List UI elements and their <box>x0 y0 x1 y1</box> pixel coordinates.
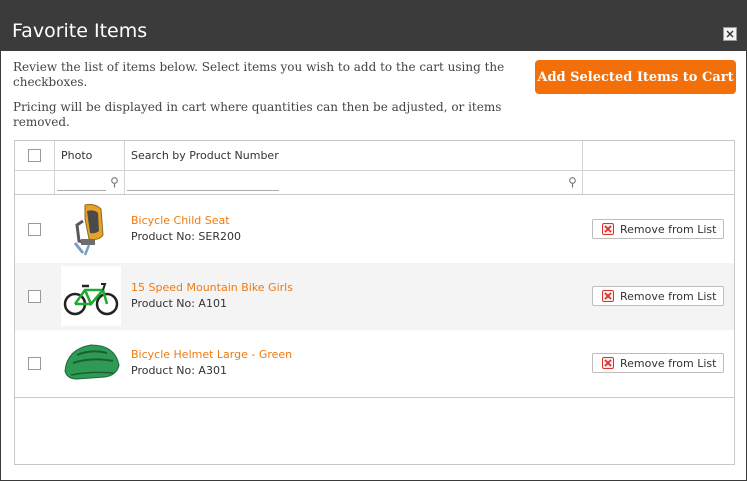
filter-icon[interactable] <box>110 177 119 188</box>
remove-x-icon <box>602 223 614 235</box>
product-number: Product No: A101 <box>131 297 227 310</box>
close-button[interactable] <box>723 27 737 41</box>
row-select-checkbox[interactable] <box>28 290 41 303</box>
product-photo-child-seat <box>61 199 121 259</box>
remove-from-list-button[interactable]: Remove from List <box>592 353 724 373</box>
remove-from-list-button[interactable]: Remove from List <box>592 219 724 239</box>
product-name-link[interactable]: Bicycle Helmet Large - Green <box>131 348 292 362</box>
remove-x-icon <box>602 357 614 369</box>
dialog-title: Favorite Items <box>12 20 148 42</box>
filter-icon[interactable] <box>568 177 577 188</box>
table-row: Bicycle Child Seat Product No: SER200 Re… <box>15 196 734 263</box>
child-seat-image <box>73 204 104 256</box>
green-bike-image <box>63 283 119 316</box>
remove-x-icon <box>602 290 614 302</box>
column-header-product-number: Search by Product Number <box>131 149 279 162</box>
remove-label: Remove from List <box>620 289 717 303</box>
product-photo-helmet <box>61 333 121 393</box>
row-select-checkbox[interactable] <box>28 223 41 236</box>
column-header-photo: Photo <box>61 149 93 162</box>
favorites-table: Photo Search by Product Number Bicycle C… <box>14 140 735 465</box>
product-number: Product No: SER200 <box>131 230 241 243</box>
intro-text: Review the list of items below. Select i… <box>13 60 505 89</box>
remove-from-list-button[interactable]: Remove from List <box>592 286 724 306</box>
product-name-link[interactable]: Bicycle Child Seat <box>131 214 230 228</box>
remove-label: Remove from List <box>620 356 717 370</box>
dialog-titlebar: Favorite Items <box>1 1 747 51</box>
favorite-items-dialog: Favorite Items Review the list of items … <box>0 0 747 481</box>
select-all-checkbox[interactable] <box>28 149 41 162</box>
product-photo-mountain-bike <box>61 266 121 326</box>
table-row: 15 Speed Mountain Bike Girls Product No:… <box>15 263 734 330</box>
table-body-divider <box>15 397 734 398</box>
add-selected-to-cart-button[interactable]: Add Selected Items to Cart <box>535 60 736 94</box>
table-filter-row <box>15 171 734 195</box>
row-select-checkbox[interactable] <box>28 357 41 370</box>
green-helmet-image <box>64 344 120 380</box>
pricing-note: Pricing will be displayed in cart where … <box>13 100 502 129</box>
product-number-filter-input[interactable] <box>127 176 279 191</box>
photo-filter-input[interactable] <box>57 176 106 191</box>
table-row: Bicycle Helmet Large - Green Product No:… <box>15 330 734 397</box>
close-icon <box>726 30 734 38</box>
product-number: Product No: A301 <box>131 364 227 377</box>
table-header: Photo Search by Product Number <box>15 141 734 195</box>
remove-label: Remove from List <box>620 222 717 236</box>
product-name-link[interactable]: 15 Speed Mountain Bike Girls <box>131 281 293 295</box>
